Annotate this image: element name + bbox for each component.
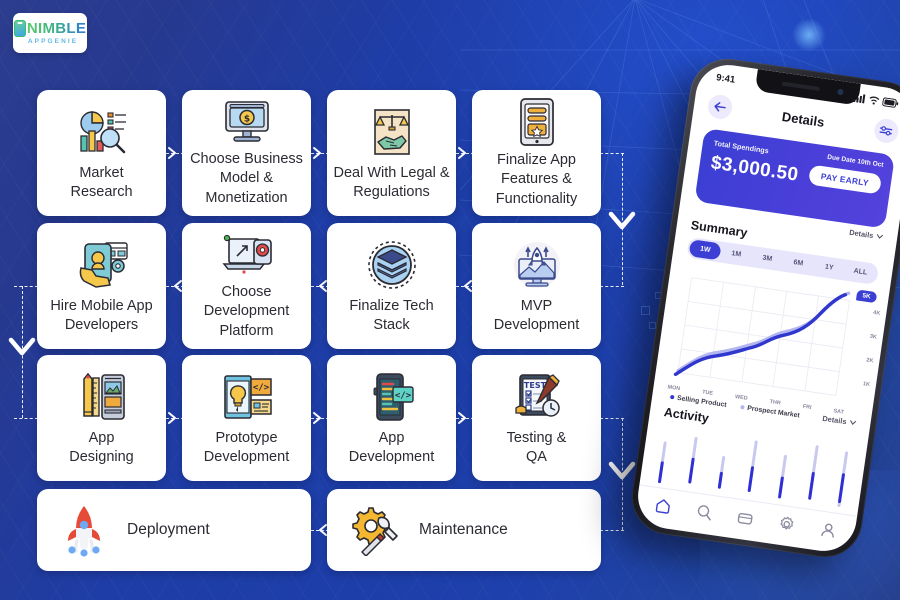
flow-card-label: Choose Business Model & Monetization [190, 150, 303, 206]
range-tab-all[interactable]: ALL [844, 262, 877, 283]
search-icon[interactable] [694, 502, 714, 526]
activity-bar [777, 441, 789, 503]
back-arrow-icon[interactable] [706, 93, 734, 121]
flow-card-legal[interactable]: Deal With Legal & Regulations [327, 90, 456, 216]
range-tab-1y[interactable]: 1Y [813, 257, 846, 278]
flow-card-label: Finalize Tech Stack [349, 297, 434, 333]
flow-card-label: Finalize App Features & Functionality [495, 151, 578, 207]
details-label: Details [821, 413, 848, 427]
y-tick-2k: 2K [865, 357, 874, 365]
flow-card-maintenance[interactable]: Maintenance [327, 489, 601, 571]
app-development-icon: </> [369, 369, 415, 425]
flow-card-label: Maintenance [419, 520, 508, 538]
legend-dot [669, 394, 675, 400]
range-tab-1w[interactable]: 1W [688, 239, 722, 261]
flow-card-market-research[interactable]: Market Research [37, 90, 166, 216]
mvp-rocket-icon [511, 237, 563, 293]
flow-card-app-features[interactable]: Finalize App Features & Functionality [472, 90, 601, 216]
flow-card-label: App Development [348, 429, 435, 465]
flow-card-app-designing[interactable]: App Designing [37, 355, 166, 481]
battery-icon [882, 96, 899, 108]
y-tick-1k: 1K [862, 381, 871, 389]
prototype-icon: </> [221, 369, 273, 425]
flow-card-prototype[interactable]: </> Prototype Development [182, 355, 311, 481]
activity-bar [717, 432, 729, 494]
range-tab-3m[interactable]: 3M [751, 248, 784, 269]
details-label: Details [848, 227, 874, 241]
x-tick-fri: FRI [802, 403, 812, 412]
legend-dot [740, 404, 745, 410]
flow-card-hire-developers[interactable]: Hire Mobile App Developers [37, 223, 166, 349]
flow-card-business-model[interactable]: $ Choose Business Model & Monetization [182, 90, 311, 216]
dev-platform-icon [221, 231, 273, 279]
flow-card-app-development[interactable]: </> App Development [327, 355, 456, 481]
filter-icon[interactable] [872, 117, 900, 145]
poster-canvas: NIMBLE APPGENIE Market Research $ Choose… [0, 0, 900, 600]
flow-card-label: Hire Mobile App Developers [50, 297, 153, 333]
market-research-icon [76, 104, 128, 160]
wifi-icon [869, 96, 880, 105]
testing-qa-icon: TEST [511, 369, 563, 425]
flow-card-dev-platform[interactable]: Choose Development Platform [182, 223, 311, 349]
activity-bar [807, 445, 819, 507]
flow-card-tech-stack[interactable]: Finalize Tech Stack [327, 223, 456, 349]
phone-mockup: 9:41 Details Total Spendings $3,000.50 D… [626, 53, 900, 582]
tech-stack-icon [367, 237, 417, 293]
flow-card-label: Market Research [70, 164, 133, 200]
svg-text:$: $ [243, 114, 249, 124]
profile-icon[interactable] [818, 520, 838, 544]
flow-card-label: App Designing [69, 429, 134, 465]
activity-bar [747, 436, 759, 498]
background-light-glow [792, 18, 826, 52]
chevron-down-icon [876, 234, 883, 239]
y-tick-4k: 4K [872, 309, 881, 317]
app-design-icon [77, 369, 127, 425]
phone-screen: 9:41 Details Total Spendings $3,000.50 D… [633, 60, 900, 556]
deployment-rocket-icon [59, 502, 109, 558]
svg-text:</>: </> [252, 383, 269, 393]
flow-card-mvp[interactable]: MVP Development [472, 223, 601, 349]
flow-card-label: Prototype Development [203, 429, 290, 465]
status-time: 9:41 [715, 71, 736, 86]
activity-bar [837, 449, 849, 511]
flow-card-deployment[interactable]: Deployment [37, 489, 311, 571]
summary-line-chart: 5K 4K 3K 2K 1K MON TUE WED THR FRI SAT [667, 263, 881, 417]
x-tick-sat: SAT [833, 408, 845, 416]
process-flow: Market Research $ Choose Business Model & M… [0, 0, 640, 600]
y-tick-3k: 3K [869, 333, 878, 341]
hire-developers-icon [75, 237, 129, 293]
flow-card-label: Deal With Legal & Regulations [333, 164, 450, 200]
signal-icon [853, 93, 866, 103]
legal-icon [370, 104, 414, 160]
flow-card-label: Deployment [127, 520, 210, 538]
flow-card-testing-qa[interactable]: TEST Testing & QA [472, 355, 601, 481]
app-features-icon [518, 97, 556, 147]
activity-bar [687, 428, 699, 490]
wallet-icon[interactable] [735, 508, 755, 532]
flow-card-label: Choose Development Platform [203, 283, 290, 339]
range-tab-6m[interactable]: 6M [782, 253, 815, 274]
maintenance-icon [349, 502, 401, 558]
flow-card-label: Testing & QA [506, 429, 567, 465]
screen-title: Details [781, 108, 826, 130]
flow-card-label: MVP Development [493, 297, 580, 333]
settings-icon[interactable] [777, 514, 797, 538]
activity-bar [657, 424, 670, 486]
chevron-down-icon [850, 420, 857, 425]
monetization-icon: $ [222, 98, 272, 146]
range-tab-1m[interactable]: 1M [720, 244, 753, 265]
home-icon[interactable] [653, 496, 673, 520]
svg-text:</>: </> [394, 391, 411, 401]
